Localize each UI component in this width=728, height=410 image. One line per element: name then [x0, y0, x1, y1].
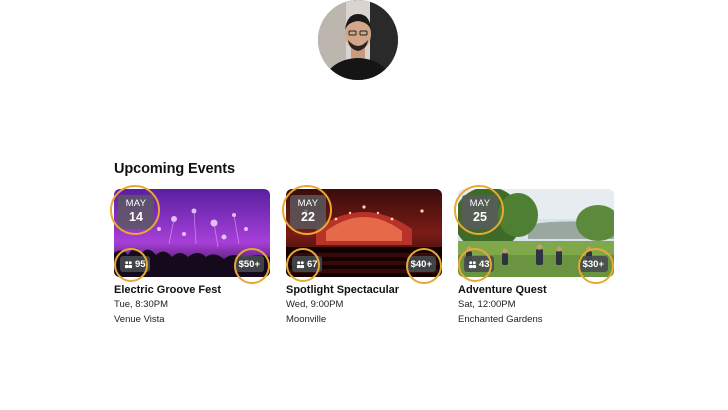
event-title[interactable]: Electric Groove Fest — [114, 284, 270, 296]
event-time: Sat, 12:00PM — [458, 299, 516, 310]
date-day: 14 — [129, 210, 143, 224]
event-card[interactable]: MAY 14 95 $50+ Electric Groove Fest Tue,… — [110, 185, 270, 325]
event-thumbnail[interactable]: MAY 14 95 $50+ — [110, 185, 270, 284]
attendee-badge: 67 — [292, 256, 322, 272]
section-title: Upcoming Events — [114, 161, 235, 177]
attendee-badge: 43 — [464, 256, 494, 272]
attendee-count: 95 — [135, 258, 146, 270]
event-thumbnail[interactable]: MAY 22 67 $40+ — [282, 185, 442, 284]
event-venue: Enchanted Gardens — [458, 314, 543, 325]
people-icon — [296, 260, 305, 268]
event-venue: Moonville — [286, 314, 327, 325]
date-badge: MAY 14 — [118, 195, 154, 229]
date-month: MAY — [469, 198, 491, 209]
attendee-badge: 95 — [120, 256, 150, 272]
date-day: 22 — [301, 210, 315, 224]
event-venue: Venue Vista — [114, 314, 165, 325]
presenter-avatar — [318, 0, 398, 80]
event-time: Wed, 9:00PM — [286, 299, 344, 310]
date-month: MAY — [297, 198, 319, 209]
event-card[interactable]: MAY 22 67 $40+ Spotlight Spectacular Wed… — [282, 185, 442, 325]
events-page: Upcoming Events MAY 14 95 $50+ Electric … — [0, 0, 728, 410]
event-time: Tue, 8:30PM — [114, 299, 169, 310]
date-badge: MAY 22 — [290, 195, 326, 229]
event-title[interactable]: Adventure Quest — [458, 284, 614, 296]
attendee-count: 43 — [479, 258, 490, 270]
date-day: 25 — [473, 210, 487, 224]
price-badge: $50+ — [234, 256, 264, 272]
people-icon — [124, 260, 133, 268]
price-badge: $40+ — [406, 256, 436, 272]
attendee-count: 67 — [307, 258, 318, 270]
event-title[interactable]: Spotlight Spectacular — [286, 284, 442, 296]
date-month: MAY — [125, 198, 147, 209]
event-thumbnail[interactable]: MAY 25 43 $30+ — [454, 185, 614, 284]
price-badge: $30+ — [578, 256, 608, 272]
event-card[interactable]: MAY 25 43 $30+ Adventure Quest Sat, 12:0… — [454, 185, 614, 325]
people-icon — [468, 260, 477, 268]
date-badge: MAY 25 — [462, 195, 498, 229]
